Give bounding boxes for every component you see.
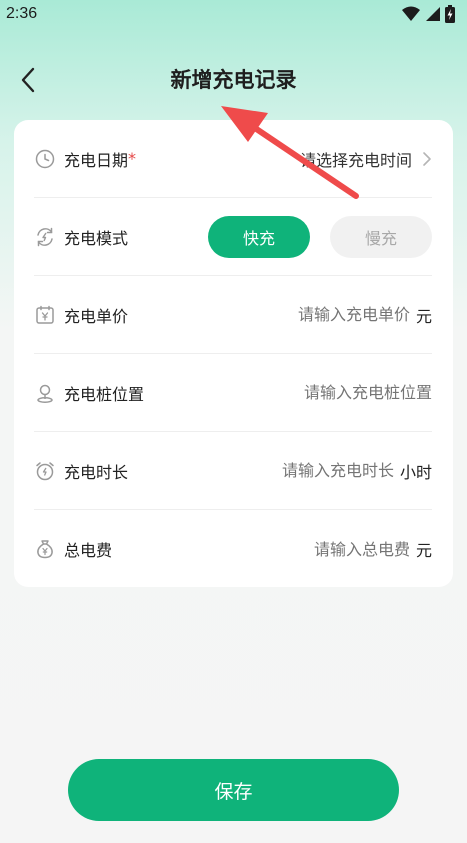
wifi-icon: [402, 6, 420, 21]
total-fee-input[interactable]: [299, 539, 410, 559]
slow-charge-button[interactable]: 慢充: [330, 215, 432, 258]
unit-price-field: 元: [283, 303, 432, 327]
charge-date-row[interactable]: 充电日期 * 请选择充电时间: [34, 120, 432, 198]
charger-location-row: 充电桩位置: [34, 354, 432, 432]
charge-duration-unit: 小时: [399, 462, 432, 482]
charger-location-label: 充电桩位置: [64, 384, 145, 404]
unit-price-input[interactable]: [283, 305, 410, 324]
charge-mode-options: 快充 慢充: [208, 215, 432, 258]
charge-duration-input[interactable]: [267, 461, 394, 480]
save-button[interactable]: 保存: [68, 759, 399, 821]
unit-price-row: 充电单价 元: [34, 276, 432, 354]
charge-date-value[interactable]: 请选择充电时间: [300, 147, 412, 171]
charge-duration-row: 充电时长 小时: [34, 432, 432, 510]
total-fee-label: 总电费: [64, 541, 113, 560]
page-title: 新增充电记录: [170, 68, 297, 92]
charger-location-field: [282, 383, 432, 402]
charger-location-input[interactable]: [282, 383, 432, 402]
battery-charging-icon: [445, 5, 455, 23]
status-icons: [401, 5, 455, 23]
clock-icon: [34, 148, 56, 170]
total-fee-row: 总电费 元: [34, 510, 432, 588]
status-time: 2:36: [6, 5, 38, 22]
charge-mode-row: 充电模式 快充 慢充: [34, 198, 432, 276]
required-mark: *: [128, 149, 137, 168]
unit-price-unit: 元: [415, 306, 432, 326]
location-pin-icon: [34, 382, 56, 404]
form-card: 充电日期 * 请选择充电时间 充电模式 快充 慢充 充电单价 请输入充电单价 元…: [14, 120, 453, 587]
calendar-yen-icon: [34, 304, 56, 326]
charge-date-label: 充电日期: [64, 150, 129, 170]
total-fee-field: 元: [299, 537, 432, 561]
total-fee-unit: 元: [415, 541, 432, 560]
charge-duration-field: 小时: [267, 459, 432, 483]
charge-duration-label: 充电时长: [64, 462, 129, 482]
fast-charge-button[interactable]: 快充: [208, 215, 310, 258]
money-bag-icon: [34, 538, 56, 560]
status-bar: 2:36: [0, 0, 467, 28]
refresh-bolt-icon: [34, 226, 56, 248]
charge-mode-label: 充电模式: [64, 228, 129, 248]
header: 新增充电记录: [0, 58, 467, 102]
unit-price-label: 充电单价: [64, 306, 129, 326]
alarm-clock-icon: [34, 460, 56, 482]
signal-icon: [426, 7, 440, 21]
charge-date-picker[interactable]: 请选择充电时间: [300, 147, 432, 171]
chevron-right-icon: [423, 151, 431, 166]
